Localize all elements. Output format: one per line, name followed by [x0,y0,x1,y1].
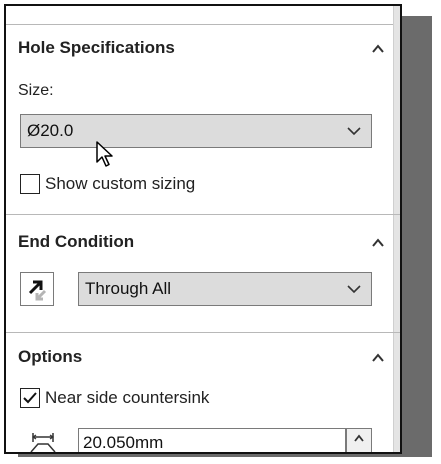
divider [6,332,400,333]
end-condition-value: Through All [85,279,171,298]
end-condition-dropdown[interactable]: Through All [78,272,372,306]
scrollbar[interactable] [393,6,400,452]
end-condition-title: End Condition [18,232,135,251]
reverse-direction-button[interactable] [20,272,54,306]
chevron-up-icon[interactable] [370,351,386,365]
chevron-up-icon [354,434,364,442]
show-custom-sizing-label: Show custom sizing [45,174,196,193]
near-side-countersink-label: Near side countersink [45,388,210,407]
countersink-diameter-input[interactable]: 20.050mm [78,428,346,452]
size-dropdown-value: Ø20.0 [27,121,74,140]
near-side-countersink-option[interactable]: Near side countersink [20,388,209,408]
countersink-diameter-icon [30,433,56,452]
checkmark-icon [23,392,37,404]
show-custom-sizing-option[interactable]: Show custom sizing [20,174,195,194]
countersink-diameter-spin-up[interactable] [346,428,372,452]
mouse-pointer-icon [96,141,113,167]
chevron-down-icon [347,285,361,294]
near-side-countersink-checkbox[interactable] [20,388,40,408]
hole-specifications-title: Hole Specifications [18,38,175,57]
size-dropdown[interactable]: Ø20.0 [20,114,372,148]
size-label: Size: [18,82,54,99]
chevron-up-icon[interactable] [370,42,386,56]
reverse-direction-icon [28,280,47,301]
divider [6,214,400,215]
chevron-down-icon [347,127,361,136]
chevron-up-icon[interactable] [370,236,386,250]
divider [6,24,400,25]
property-manager-panel: Hole Specifications Size: Ø20.0 Show cus… [4,4,402,454]
options-title: Options [18,347,83,366]
show-custom-sizing-checkbox[interactable] [20,174,40,194]
